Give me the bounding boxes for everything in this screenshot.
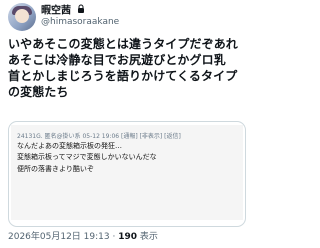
views-count: 190 <box>118 232 138 242</box>
post-text: いやあそこの変態とは違うタイプだぞあれ あそこは冷静な目でお尻遊びとかグロ乳 首… <box>8 36 246 100</box>
embedded-post-line: 便所の落書きより酷いぞ <box>17 165 94 173</box>
embedded-screenshot: 24131G. 匿名@掛い系 05-12 19:06 [通報] [非表示] [返… <box>11 125 243 220</box>
embedded-post-header: 24131G. 匿名@掛い系 05-12 19:06 [通報] [非表示] [返… <box>17 133 181 140</box>
timestamp-link[interactable]: 2026年05月12日 19:13 <box>8 232 110 242</box>
lock-icon <box>77 4 85 17</box>
views-label: 表示 <box>139 232 158 242</box>
post-meta: 2026年05月12日 19:13 · 190 表示 <box>8 231 158 243</box>
embedded-post-line: 変態箱示板ってマジで変態しかいないんだな <box>17 153 157 161</box>
display-name-text: 暇空茜 <box>41 5 71 17</box>
attached-image[interactable]: 24131G. 匿名@掛い系 05-12 19:06 [通報] [非表示] [返… <box>8 121 246 227</box>
post-line: いやあそこの変態とは違うタイプだぞあれ <box>8 37 238 51</box>
user-handle[interactable]: @himasoraakane <box>41 17 119 28</box>
post-line: の変態たち <box>8 85 69 99</box>
avatar[interactable] <box>8 3 36 31</box>
post-line: あそこは冷静な目でお尻遊びとかグロ乳 <box>8 53 226 67</box>
post-line: 首とかしまじろうを語りかけてくるタイプ <box>8 69 238 83</box>
display-name[interactable]: 暇空茜 <box>41 4 85 18</box>
embedded-post-line: なんだよあの変態箱示板の発狂… <box>17 142 122 150</box>
meta-separator: · <box>112 232 116 242</box>
